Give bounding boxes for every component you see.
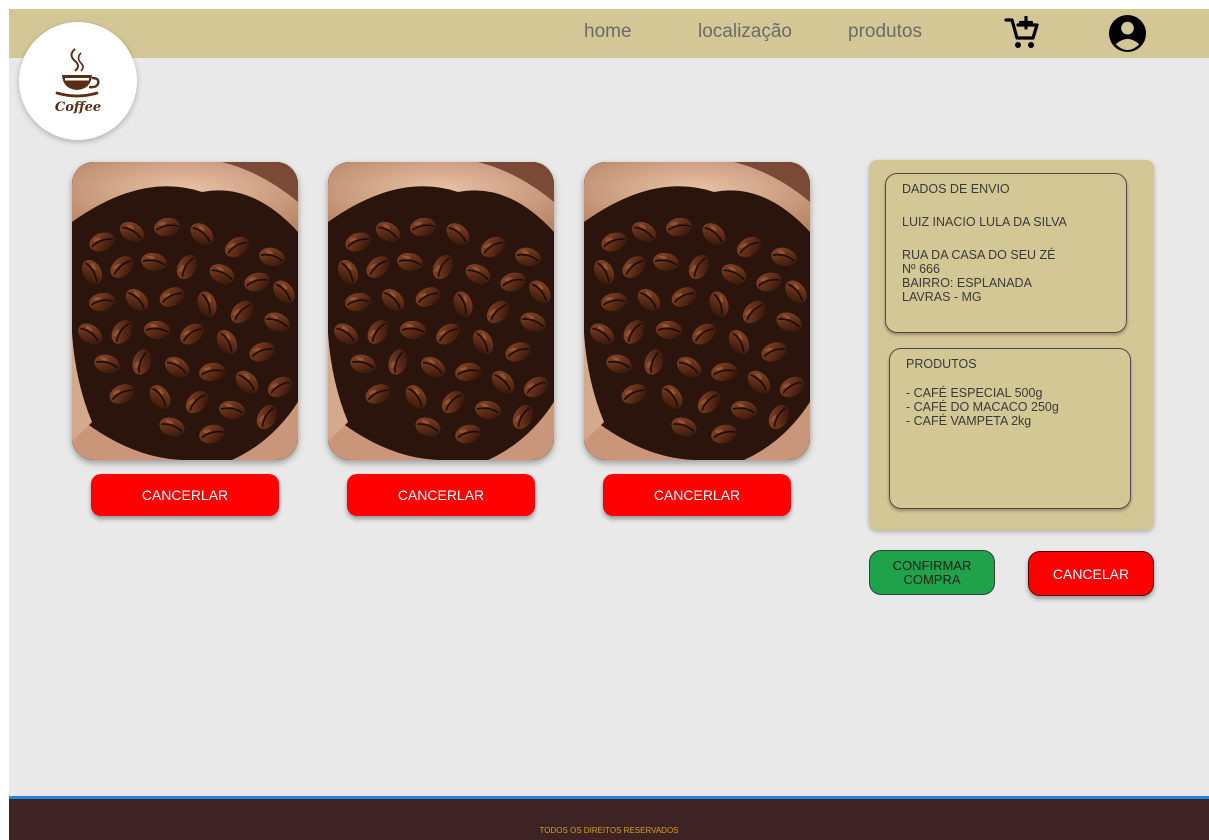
cancel-purchase-button[interactable]: CANCELAR [1028,551,1154,596]
account-circle-icon[interactable] [1108,14,1147,53]
coffee-beans-image [328,162,554,460]
product-image-card [72,162,298,460]
order-item: - CAFÉ DO MACACO 250g [906,400,1059,414]
coffee-beans-image [584,162,810,460]
nav-link-produtos[interactable]: produtos [848,21,922,43]
recipient-name: LUIZ INACIO LULA DA SILVA [902,215,1067,229]
nav-link-localizacao[interactable]: localização [698,21,792,43]
coffee-beans-image [72,162,298,460]
page: home localização produtos Coffee CANCERL… [9,9,1209,840]
products-box: PRODUTOS - CAFÉ ESPECIAL 500g - CAFÉ DO … [889,348,1131,509]
order-item: - CAFÉ VAMPETA 2kg [906,414,1032,428]
product-image-card [328,162,554,460]
address-line: LAVRAS - MG [902,290,982,304]
footer-copyright: TODOS OS DIREITOS RESERVADOS [539,826,679,835]
address-line: Nº 666 [902,262,940,276]
products-title: PRODUTOS [906,357,977,371]
address-line: BAIRRO: ESPLANADA [902,276,1032,290]
order-item: - CAFÉ ESPECIAL 500g [906,386,1043,400]
nav-link-home[interactable]: home [584,21,632,43]
confirm-purchase-button[interactable]: CONFIRMAR COMPRA [869,550,995,595]
brand-logo[interactable]: Coffee [19,22,137,140]
coffee-cup-icon [55,48,100,98]
cancel-item-button[interactable]: CANCERLAR [91,474,279,516]
top-navbar: home localização produtos [9,9,1209,58]
logo-text: Coffee [54,100,102,115]
footer: TODOS OS DIREITOS RESERVADOS [9,796,1209,840]
cancel-item-button[interactable]: CANCERLAR [347,474,535,516]
address-line: RUA DA CASA DO SEU ZÉ [902,248,1056,262]
add-to-cart-icon[interactable] [1004,15,1040,50]
shipping-title: DADOS DE ENVIO [902,182,1010,196]
cancel-item-button[interactable]: CANCERLAR [603,474,791,516]
order-summary-panel: DADOS DE ENVIO LUIZ INACIO LULA DA SILVA… [869,160,1154,530]
product-image-card [584,162,810,460]
shipping-info-box: DADOS DE ENVIO LUIZ INACIO LULA DA SILVA… [885,173,1127,333]
